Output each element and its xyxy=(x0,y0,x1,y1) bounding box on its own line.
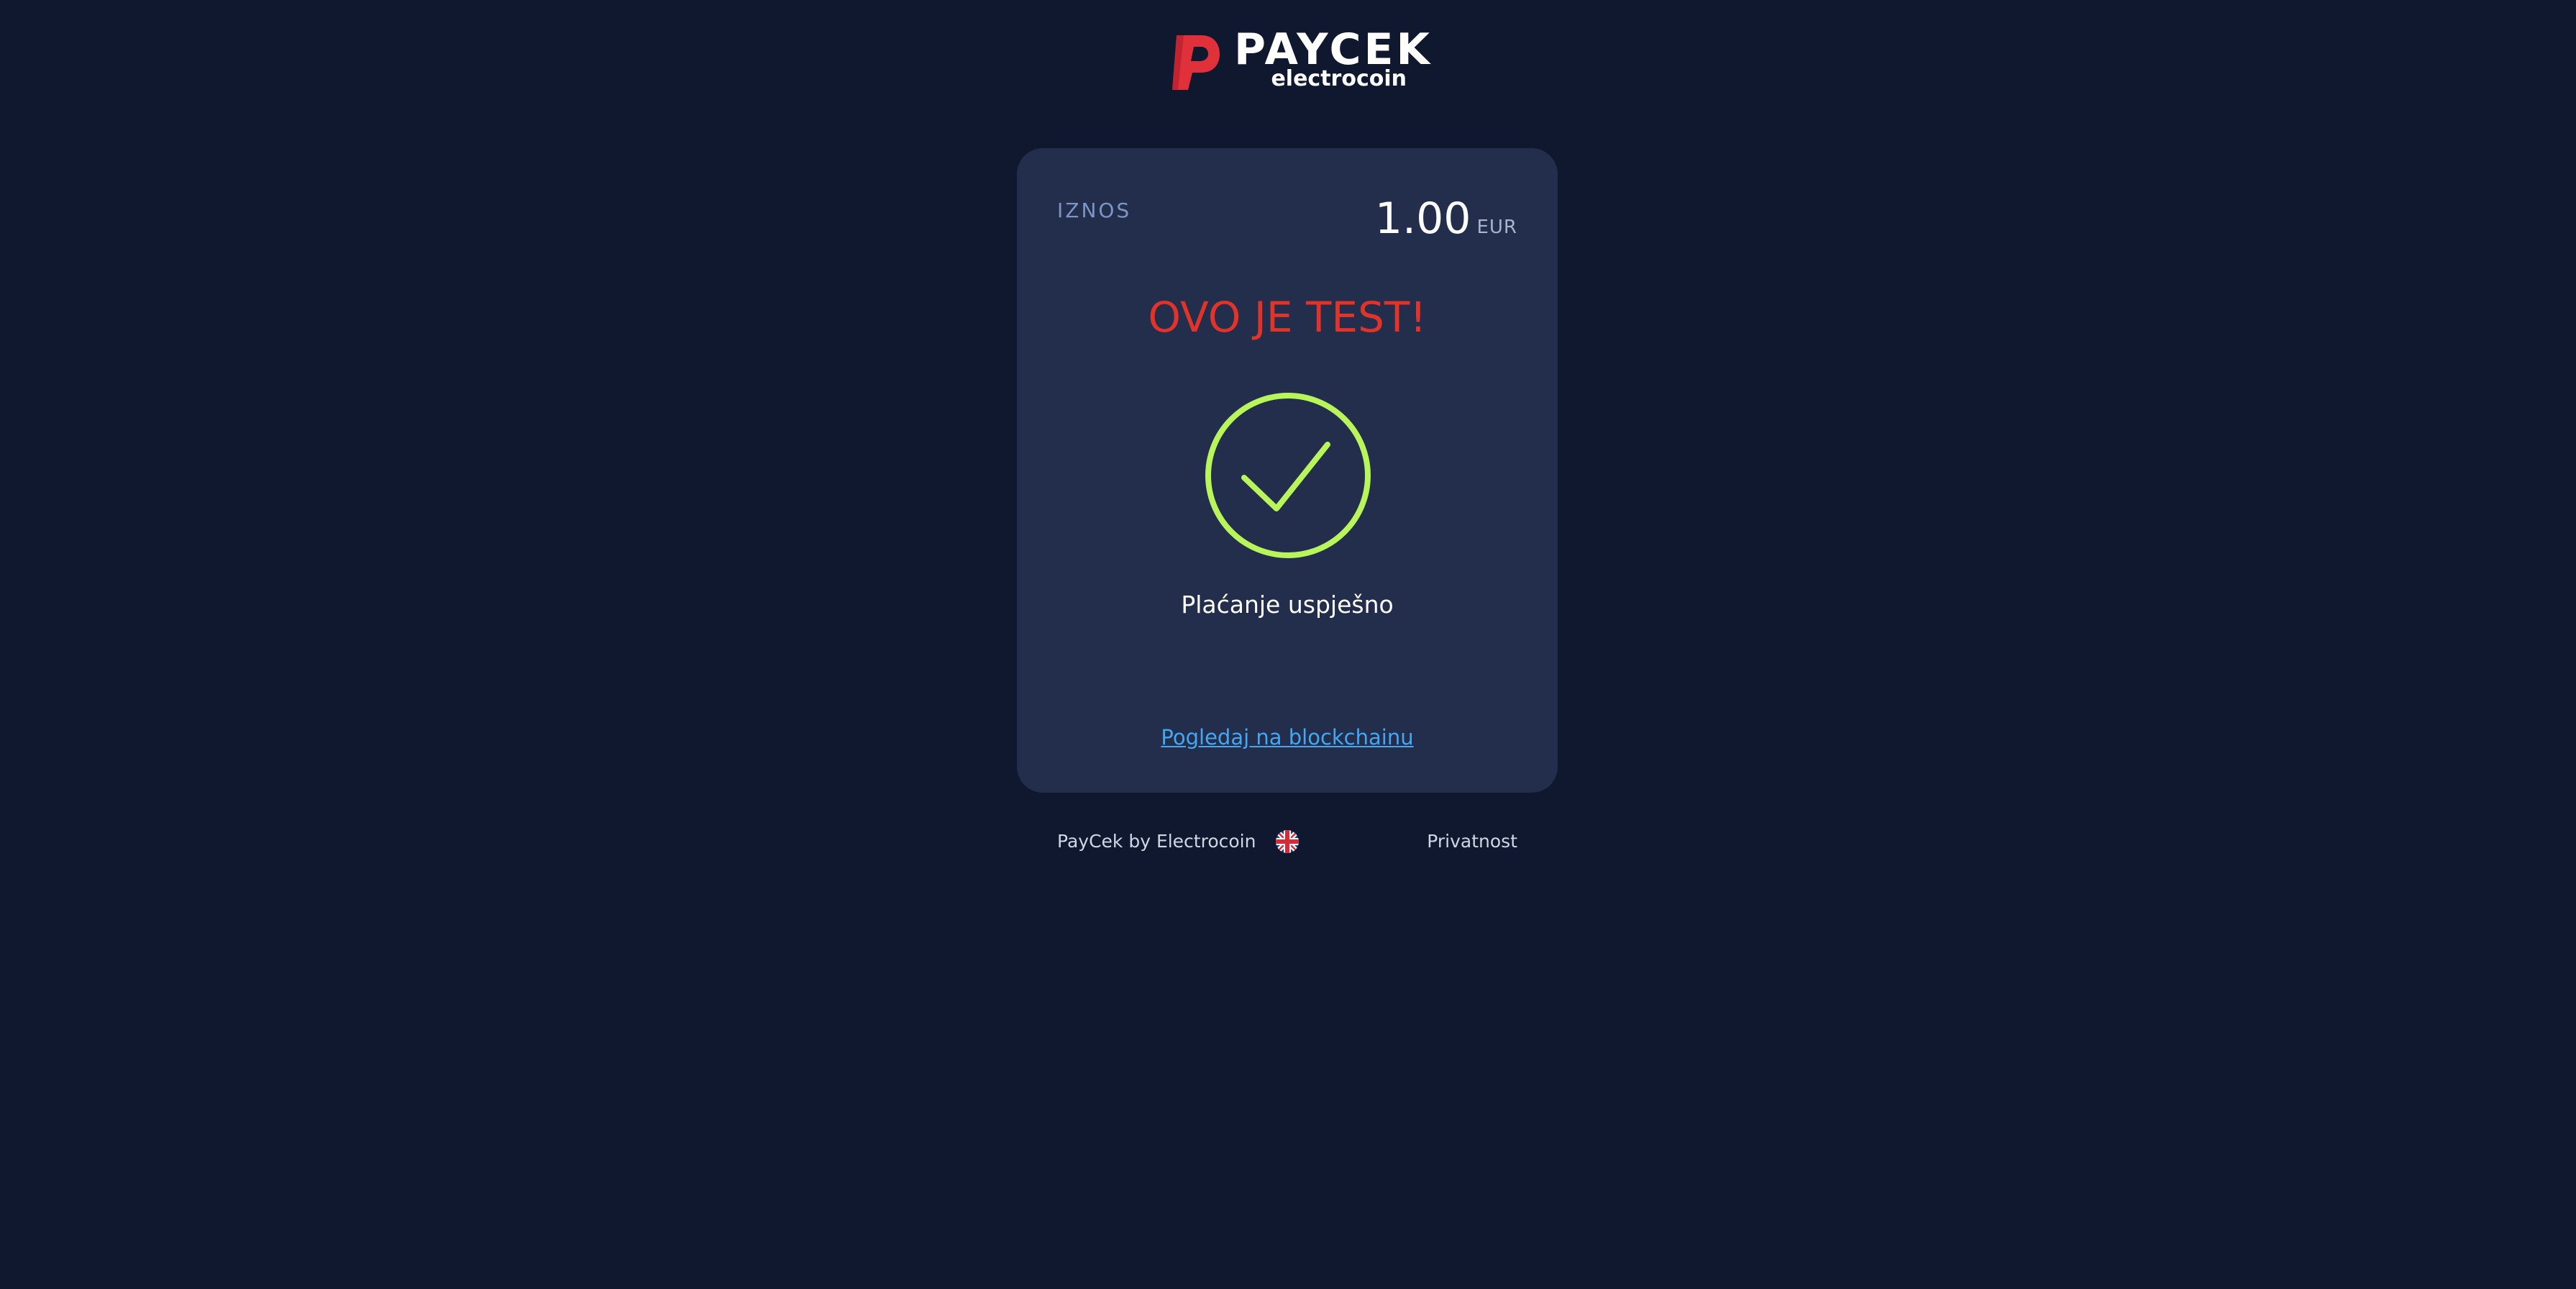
test-notice: OVO JE TEST! xyxy=(1148,293,1427,342)
logo-tagline: electrocoin xyxy=(1271,66,1407,91)
view-on-blockchain-link[interactable]: Pogledaj na blockchainu xyxy=(1161,725,1413,750)
payment-status: Plaćanje uspješno xyxy=(1181,591,1394,619)
uk-flag-icon[interactable] xyxy=(1275,829,1300,854)
paycek-logo: PAYCEK electrocoin xyxy=(1169,28,1430,91)
paycek-logo-mark xyxy=(1172,35,1220,90)
check-circle-icon xyxy=(1205,393,1371,558)
amount-label: IZNOS xyxy=(1057,199,1132,222)
amount-display: 1.00 EUR xyxy=(1375,191,1517,257)
logo-wordmark: PAYCEK xyxy=(1234,24,1433,75)
blockchain-link-container: Pogledaj na blockchainu xyxy=(1017,724,1558,751)
footer: PayCek by Electrocoin Privatnost xyxy=(1057,827,1517,856)
amount-value: 1.00 xyxy=(1374,193,1471,244)
footer-brand: PayCek by Electrocoin xyxy=(1057,831,1256,852)
privacy-link[interactable]: Privatnost xyxy=(1427,827,1517,856)
amount-currency: EUR xyxy=(1476,217,1517,238)
payment-card: IZNOS 1.00 EUR OVO JE TEST! Plaćanje uspj… xyxy=(1017,148,1558,793)
